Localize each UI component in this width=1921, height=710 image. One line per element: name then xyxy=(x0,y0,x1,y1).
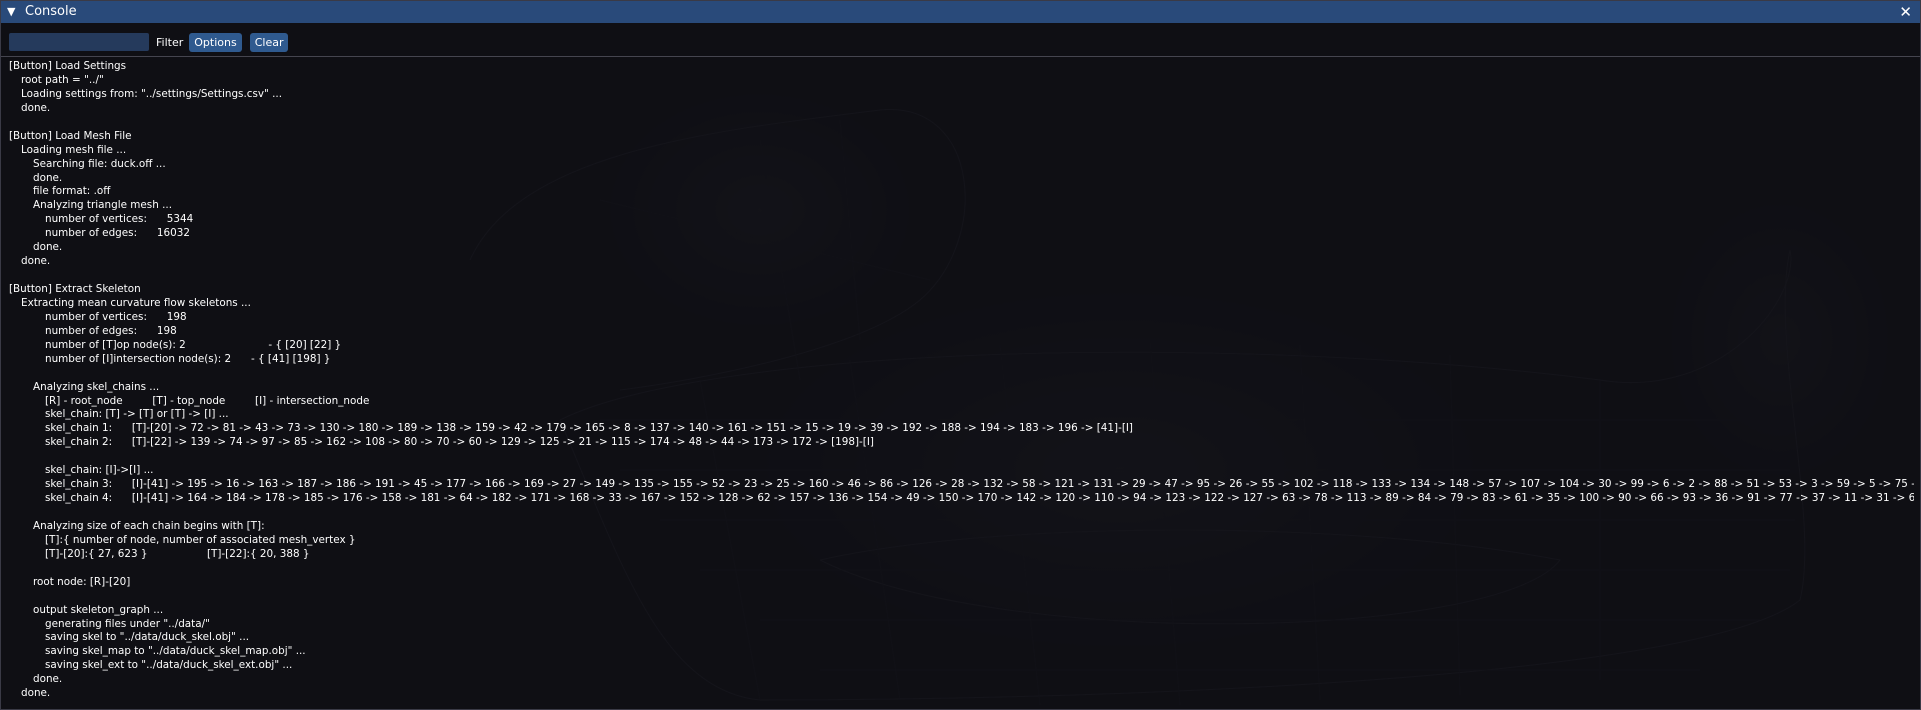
log-line: saving skel_ext to "../data/duck_skel_ex… xyxy=(45,659,293,672)
window-title: Console xyxy=(25,4,77,19)
log-line: done. xyxy=(21,255,51,268)
log-line: [Button] Load Mesh File xyxy=(9,129,132,142)
options-button[interactable]: Options xyxy=(189,32,242,52)
log-line: number of edges: 198 xyxy=(45,324,177,337)
console-titlebar[interactable]: ▼ Console ✕ xyxy=(1,1,1920,23)
log-line: [R] - root_node [T] - top_node [I] - int… xyxy=(45,394,370,407)
log-line: number of vertices: 5344 xyxy=(45,213,194,226)
log-line: root path = "../" xyxy=(21,73,104,86)
log-line: Analyzing size of each chain begins with… xyxy=(33,519,265,532)
log-line: Searching file: duck.off ... xyxy=(33,157,166,170)
toolbar-separator xyxy=(1,56,1920,57)
log-line: [T]-[20]:{ 27, 623 } [T]-[22]:{ 20, 388 … xyxy=(45,547,310,560)
console-toolbar: Filter Options Clear xyxy=(9,32,296,52)
log-line: skel_chain 2: [T]-[22] -> 139 -> 74 -> 9… xyxy=(45,436,874,449)
log-line: done. xyxy=(33,673,63,686)
log-line: [Button] Load Settings xyxy=(9,60,127,72)
log-line: number of [T]op node(s): 2 - { [20] [22]… xyxy=(45,338,342,351)
log-line: saving skel_map to "../data/duck_skel_ma… xyxy=(45,645,306,658)
log-line: [T]:{ number of node, number of associat… xyxy=(45,533,356,546)
log-line: root node: [R]-[20] xyxy=(33,575,131,588)
log-line: Analyzing triangle mesh ... xyxy=(33,199,173,212)
log-line: number of edges: 16032 xyxy=(45,227,190,240)
console-window: ▼ Console ✕ Filter Options Clear [Button… xyxy=(0,0,1921,710)
log-line: skel_chain 4: [I]-[41] -> 164 -> 184 -> … xyxy=(45,492,1914,505)
log-line: saving skel to "../data/duck_skel.obj" .… xyxy=(45,631,250,644)
log-line: skel_chain 1: [T]-[20] -> 72 -> 81 -> 43… xyxy=(45,422,1133,435)
log-line: number of [I]intersection node(s): 2 - {… xyxy=(45,352,331,365)
log-line: [Button] Extract Skeleton xyxy=(9,283,141,295)
log-line: skel_chain: [I]->[I] ... xyxy=(45,464,154,477)
filter-input[interactable] xyxy=(9,33,149,51)
log-line: done. xyxy=(33,241,63,254)
log-line: done. xyxy=(33,171,63,184)
log-line: skel_chain: [T] -> [T] or [T] -> [I] ... xyxy=(45,408,229,421)
log-line: generating files under "../data/" xyxy=(45,617,210,630)
log-line: done. xyxy=(21,687,51,700)
log-line: file format: .off xyxy=(33,185,111,198)
log-line: Loading mesh file ... xyxy=(21,143,127,156)
log-line: Loading settings from: "../settings/Sett… xyxy=(21,87,283,100)
collapse-triangle-icon[interactable]: ▼ xyxy=(7,1,19,23)
console-log-area[interactable]: [Button] Load Settings root path = "../" L… xyxy=(9,60,1914,708)
filter-label: Filter xyxy=(156,35,184,49)
close-icon[interactable]: ✕ xyxy=(1899,1,1912,23)
log-line: output skeleton_graph ... xyxy=(33,603,164,616)
log-line: done. xyxy=(21,101,51,114)
clear-button[interactable]: Clear xyxy=(249,32,289,52)
log-line: number of vertices: 198 xyxy=(45,310,187,323)
log-line: skel_chain 3: [I]-[41] -> 195 -> 16 -> 1… xyxy=(45,478,1914,491)
log-line: Analyzing skel_chains ... xyxy=(33,380,160,393)
log-line: Extracting mean curvature flow skeletons… xyxy=(21,296,251,309)
